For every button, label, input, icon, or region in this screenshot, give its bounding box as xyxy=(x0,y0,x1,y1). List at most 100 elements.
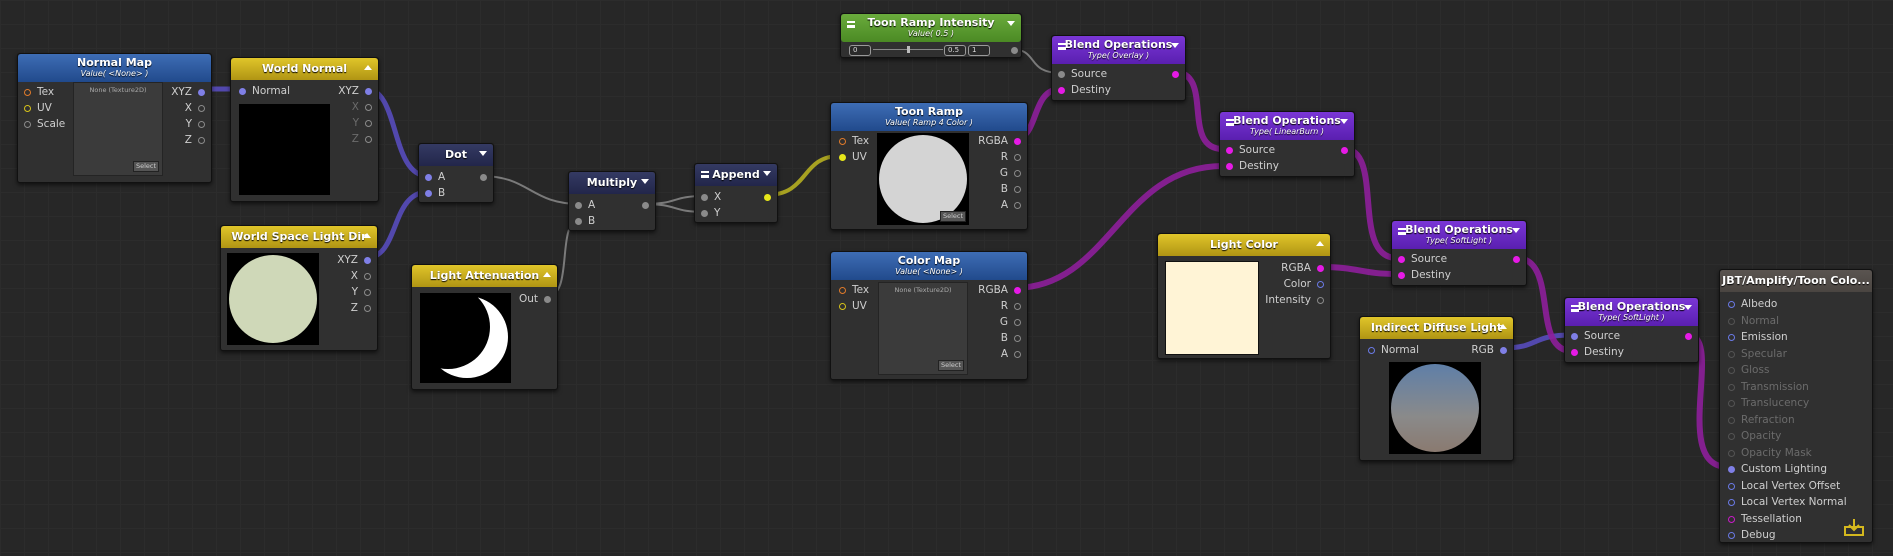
output-input-specular[interactable]: Specular xyxy=(1728,348,1787,360)
output-port-y[interactable]: Y xyxy=(352,286,371,298)
output-port-rgba[interactable]: RGBA xyxy=(978,135,1021,147)
node-header[interactable]: Light Attenuation xyxy=(412,265,557,287)
output-input-debug[interactable]: Debug xyxy=(1728,529,1776,541)
output-input-tessellation[interactable]: Tessellation xyxy=(1728,513,1802,525)
texture-slot[interactable]: None (Texture2D) Select xyxy=(73,82,163,176)
output-port-rgba[interactable]: RGBA xyxy=(978,284,1021,296)
output-port-g[interactable]: G xyxy=(1000,167,1021,179)
input-port-destiny[interactable]: Destiny xyxy=(1398,269,1451,281)
node-header[interactable]: Color Map Value( <None> ) xyxy=(831,252,1027,280)
node-header[interactable]: Blend Operations Type( LinearBurn ) xyxy=(1220,112,1354,140)
node-blend-linearburn[interactable]: Blend Operations Type( LinearBurn ) Sourc… xyxy=(1219,111,1355,177)
output-port-a[interactable]: A xyxy=(1001,199,1021,211)
node-output-master[interactable]: JBT/Amplify/Toon Colo... Albedo Normal Emi… xyxy=(1719,269,1873,543)
output-port-b[interactable]: B xyxy=(1001,183,1021,195)
output-port-z[interactable]: Z xyxy=(351,302,371,314)
output-input-translucency[interactable]: Translucency xyxy=(1728,397,1809,409)
node-color-map[interactable]: Color Map Value( <None> ) Tex UV None (T… xyxy=(830,251,1028,380)
node-header[interactable]: Normal Map Value( <None> ) xyxy=(18,54,211,82)
output-port-intensity[interactable]: Intensity xyxy=(1265,294,1324,306)
input-port-source[interactable]: Source xyxy=(1398,253,1447,265)
output-port-rgba[interactable]: RGBA xyxy=(1281,262,1324,274)
menu-icon[interactable] xyxy=(1398,228,1406,235)
node-header[interactable]: Multiply xyxy=(569,172,655,194)
node-header[interactable]: Light Color xyxy=(1158,234,1330,256)
save-icon[interactable] xyxy=(1844,518,1864,536)
collapse-arrow-icon[interactable] xyxy=(1316,241,1324,246)
output-input-opacity-mask[interactable]: Opacity Mask xyxy=(1728,447,1812,459)
node-blend-overlay[interactable]: Blend Operations Type( Overlay ) Source D… xyxy=(1051,35,1186,101)
node-header[interactable]: Blend Operations Type( SoftLight ) xyxy=(1392,221,1526,249)
input-port-source[interactable]: Source xyxy=(1571,330,1620,342)
node-append[interactable]: Append X Y xyxy=(694,163,778,223)
dropdown-arrow-icon[interactable] xyxy=(763,171,771,176)
max-field[interactable]: 1 xyxy=(968,45,990,56)
collapse-arrow-icon[interactable] xyxy=(543,272,551,277)
output-port[interactable] xyxy=(758,191,771,203)
input-port-destiny[interactable]: Destiny xyxy=(1058,84,1111,96)
input-port-source[interactable]: Source xyxy=(1226,144,1275,156)
node-header[interactable]: Append xyxy=(695,164,777,186)
output-port-xyz[interactable]: XYZ xyxy=(338,85,372,97)
input-port-b[interactable]: B xyxy=(575,215,595,227)
output-port[interactable] xyxy=(474,171,487,183)
output-port-a[interactable]: A xyxy=(1001,348,1021,360)
node-indirect-diffuse-light[interactable]: Indirect Diffuse Light Normal RGB xyxy=(1359,316,1514,461)
output-port[interactable] xyxy=(1507,253,1520,265)
node-header[interactable]: Blend Operations Type( SoftLight ) xyxy=(1565,298,1698,326)
output-port-x[interactable]: X xyxy=(351,270,371,282)
input-port-scale[interactable]: Scale xyxy=(24,118,65,130)
input-port-tex[interactable]: Tex xyxy=(839,135,869,147)
output-input-custom-lighting[interactable]: Custom Lighting xyxy=(1728,463,1827,475)
output-input-local-vertex-normal[interactable]: Local Vertex Normal xyxy=(1728,496,1847,508)
dropdown-arrow-icon[interactable] xyxy=(1171,43,1179,48)
node-header[interactable]: Indirect Diffuse Light xyxy=(1360,317,1513,339)
menu-icon[interactable] xyxy=(1226,119,1234,126)
output-port-x[interactable]: X xyxy=(185,102,205,114)
input-port-uv[interactable]: UV xyxy=(839,151,867,163)
output-port-r[interactable]: R xyxy=(1001,151,1021,163)
output-input-normal[interactable]: Normal xyxy=(1728,315,1779,327)
node-header[interactable]: JBT/Amplify/Toon Colo... xyxy=(1720,270,1872,292)
output-port-y[interactable]: Y xyxy=(353,117,372,129)
output-input-gloss[interactable]: Gloss xyxy=(1728,364,1769,376)
min-field[interactable]: 0 xyxy=(849,45,871,56)
menu-icon[interactable] xyxy=(1571,305,1579,312)
output-input-albedo[interactable]: Albedo xyxy=(1728,298,1777,310)
dropdown-arrow-icon[interactable] xyxy=(1007,21,1015,26)
select-button[interactable]: Select xyxy=(133,161,159,172)
dropdown-arrow-icon[interactable] xyxy=(1340,119,1348,124)
input-port-tex[interactable]: Tex xyxy=(24,86,54,98)
output-port-xyz[interactable]: XYZ xyxy=(171,86,205,98)
node-header[interactable]: World Space Light Dir xyxy=(221,226,377,248)
dropdown-arrow-icon[interactable] xyxy=(1512,228,1520,233)
input-port-uv[interactable]: UV xyxy=(839,300,867,312)
collapse-arrow-icon[interactable] xyxy=(364,65,372,70)
input-port-normal[interactable]: Normal xyxy=(1368,344,1419,356)
node-world-space-light-dir[interactable]: World Space Light Dir XYZ X Y Z xyxy=(220,225,378,351)
menu-icon[interactable] xyxy=(847,21,855,28)
output-port-xyz[interactable]: XYZ xyxy=(337,254,371,266)
node-light-attenuation[interactable]: Light Attenuation Out xyxy=(411,264,558,390)
node-header[interactable]: Blend Operations Type( Overlay ) xyxy=(1052,36,1185,64)
output-port[interactable] xyxy=(1679,330,1692,342)
select-button[interactable]: Select xyxy=(938,360,964,371)
node-blend-softlight-1[interactable]: Blend Operations Type( SoftLight ) Source… xyxy=(1391,220,1527,286)
input-port-x[interactable]: X xyxy=(701,191,721,203)
value-field[interactable]: 0.5 xyxy=(944,45,966,56)
input-port-source[interactable]: Source xyxy=(1058,68,1107,80)
node-header[interactable]: Toon Ramp Intensity Value( 0.5 ) xyxy=(841,14,1021,42)
dropdown-arrow-icon[interactable] xyxy=(641,179,649,184)
output-port-y[interactable]: Y xyxy=(186,118,205,130)
node-blend-softlight-2[interactable]: Blend Operations Type( SoftLight ) Source… xyxy=(1564,297,1699,363)
input-port-a[interactable]: A xyxy=(425,171,445,183)
output-port[interactable] xyxy=(1005,44,1018,56)
node-world-normal[interactable]: World Normal Normal XYZ X Y Z xyxy=(230,57,379,202)
input-port-tex[interactable]: Tex xyxy=(839,284,869,296)
node-toon-ramp[interactable]: Toon Ramp Value( Ramp 4 Color ) Tex UV S… xyxy=(830,102,1028,230)
output-port-color[interactable]: Color xyxy=(1284,278,1324,290)
output-port-out[interactable]: Out xyxy=(519,293,551,305)
output-port-z[interactable]: Z xyxy=(352,133,372,145)
output-input-refraction[interactable]: Refraction xyxy=(1728,414,1795,426)
input-port-destiny[interactable]: Destiny xyxy=(1571,346,1624,358)
